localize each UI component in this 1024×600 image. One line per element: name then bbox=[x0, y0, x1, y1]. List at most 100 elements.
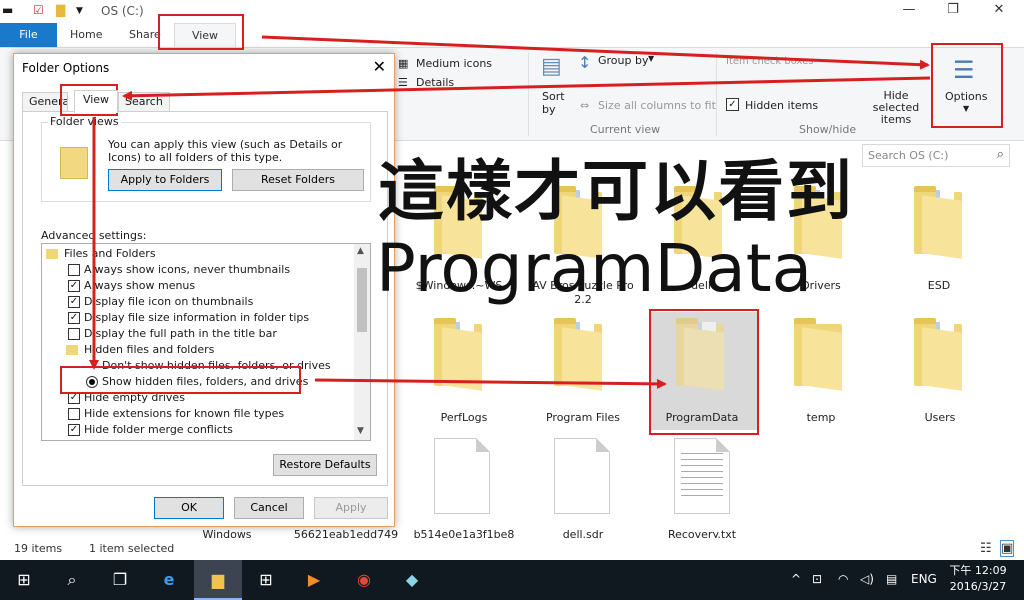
layout-details[interactable]: Details bbox=[416, 76, 454, 89]
restore-defaults-button[interactable]: Restore Defaults bbox=[273, 454, 377, 476]
tree-folder-hidden-files: Hidden files and folders bbox=[66, 342, 214, 358]
language-indicator[interactable]: ENG bbox=[911, 572, 937, 586]
text-file-icon[interactable] bbox=[674, 438, 730, 514]
hidden-items-checkbox[interactable]: ✓ bbox=[726, 98, 739, 111]
clock[interactable]: 下午 12:09 2016/3/27 bbox=[944, 563, 1012, 595]
apply-to-folders-button[interactable]: Apply to Folders bbox=[108, 169, 222, 191]
setting-always-show-icons[interactable]: Always show icons, never thumbnails bbox=[68, 262, 290, 278]
checkbox[interactable]: ✓ bbox=[68, 424, 80, 436]
folder-icon[interactable] bbox=[910, 186, 966, 259]
sort-icon: ▤ bbox=[541, 54, 562, 79]
network-icon[interactable]: ⊡ bbox=[812, 572, 822, 586]
file-label[interactable]: ESD bbox=[884, 279, 994, 292]
tray-expand-icon[interactable]: ^ bbox=[791, 572, 801, 586]
scroll-down-icon[interactable]: ▼ bbox=[357, 426, 364, 436]
hide-selected-items-button[interactable]: Hide selected items bbox=[860, 90, 932, 126]
new-folder-icon[interactable]: ▇ bbox=[56, 3, 65, 17]
folder-icon[interactable] bbox=[910, 318, 966, 391]
size-all-columns-button[interactable]: Size all columns to fit bbox=[598, 99, 716, 112]
tab-file[interactable]: File bbox=[0, 23, 57, 47]
layout-medium-icons[interactable]: Medium icons bbox=[416, 57, 492, 70]
ok-button[interactable]: OK bbox=[154, 497, 224, 519]
folder-options-dialog: Folder Options ✕ General View Search Fol… bbox=[13, 53, 395, 527]
file-label[interactable]: Windows bbox=[172, 528, 282, 538]
tab-search[interactable]: Search bbox=[118, 92, 170, 112]
qat-dropdown-icon[interactable]: ▼ bbox=[76, 6, 83, 16]
item-check-boxes-toggle[interactable]: Item check boxes bbox=[726, 56, 814, 64]
large-icons-view-icon[interactable]: ▣ bbox=[1000, 540, 1015, 557]
notifications-icon[interactable]: ▤ bbox=[886, 572, 897, 586]
file-label[interactable]: dell.sdr bbox=[528, 528, 638, 538]
store-icon[interactable]: ⊞ bbox=[242, 560, 290, 600]
folder-icon bbox=[46, 249, 58, 259]
edge-icon[interactable]: e bbox=[145, 560, 193, 600]
highlight-view-tab bbox=[158, 14, 244, 50]
checkbox[interactable] bbox=[68, 408, 80, 420]
scroll-thumb[interactable] bbox=[357, 268, 367, 332]
group-by-button[interactable]: Group by bbox=[598, 54, 648, 67]
chrome-icon[interactable]: ◉ bbox=[340, 560, 388, 600]
settings-scrollbar[interactable]: ▲ ▼ bbox=[354, 244, 370, 440]
setting-hide-extensions[interactable]: Hide extensions for known file types bbox=[68, 406, 284, 422]
details-view-icon[interactable]: ☷ bbox=[980, 541, 992, 556]
media-player-icon[interactable]: ▶ bbox=[290, 560, 338, 600]
setting-always-show-menus[interactable]: ✓ Always show menus bbox=[68, 278, 195, 294]
close-button[interactable]: ✕ bbox=[988, 2, 1010, 20]
search-icon[interactable]: ⌕ bbox=[48, 560, 96, 600]
file-icon[interactable] bbox=[434, 438, 490, 514]
search-placeholder: Search OS (C:) bbox=[868, 149, 949, 162]
checkbox[interactable]: ✓ bbox=[68, 280, 80, 292]
properties-icon[interactable]: ☑ bbox=[33, 3, 44, 17]
folder-icon[interactable] bbox=[430, 318, 486, 391]
sort-by-button[interactable]: Sort by bbox=[542, 90, 565, 116]
setting-display-file-size[interactable]: ✓ Display file size information in folder… bbox=[68, 310, 309, 326]
file-label[interactable]: Program Files bbox=[528, 411, 638, 424]
dialog-close-icon[interactable]: ✕ bbox=[373, 57, 386, 76]
highlight-options-button bbox=[931, 43, 1003, 128]
file-label[interactable]: 56621eab1edd749 bbox=[291, 528, 401, 538]
checkbox[interactable] bbox=[68, 264, 80, 276]
volume-icon[interactable]: ◁) bbox=[860, 572, 874, 586]
scroll-up-icon[interactable]: ▲ bbox=[357, 246, 364, 256]
folder-icon[interactable] bbox=[550, 318, 606, 391]
reset-folders-button[interactable]: Reset Folders bbox=[232, 169, 364, 191]
app-icon[interactable]: ◆ bbox=[388, 560, 436, 600]
apply-button[interactable]: Apply bbox=[314, 497, 388, 519]
file-explorer-icon[interactable]: ▆ bbox=[194, 560, 242, 600]
setting-display-full-path[interactable]: Display the full path in the title bar bbox=[68, 326, 277, 342]
status-bar: 19 items 1 item selected ☷ ▣ bbox=[0, 538, 1024, 560]
file-label[interactable]: temp bbox=[766, 411, 876, 424]
ribbon-separator bbox=[716, 52, 717, 136]
window-title: OS (C:) bbox=[101, 4, 144, 18]
tree-folder-files-and-folders: Files and Folders bbox=[46, 246, 156, 262]
tab-view[interactable]: View bbox=[74, 90, 118, 113]
setting-display-file-icon[interactable]: ✓ Display file icon on thumbnails bbox=[68, 294, 253, 310]
file-label[interactable]: b514e0e1a3f1be8 bbox=[409, 528, 519, 538]
advanced-settings-label: Advanced settings: bbox=[41, 229, 147, 242]
search-icon: ⌕ bbox=[996, 147, 1004, 162]
minimize-button[interactable]: — bbox=[898, 2, 920, 20]
ribbon-separator bbox=[528, 52, 529, 136]
taskbar: ⊞ ⌕ ❐ e ▆ ⊞ ▶ ◉ ◆ ^ ⊡ ◠ ◁) ▤ ENG 下午 12:0… bbox=[0, 560, 1024, 600]
file-label[interactable]: Recovery.txt bbox=[647, 528, 757, 538]
file-label[interactable]: Users bbox=[885, 411, 995, 424]
tab-home[interactable]: Home bbox=[62, 23, 110, 47]
folder-view-icon bbox=[60, 147, 88, 179]
folder-views-description: You can apply this view (such as Details… bbox=[108, 138, 343, 164]
checkbox[interactable]: ✓ bbox=[68, 312, 80, 324]
wifi-icon[interactable]: ◠ bbox=[838, 572, 848, 586]
ribbon-tabs: File Home Share View bbox=[0, 23, 1024, 48]
setting-hide-merge-conflicts[interactable]: ✓ Hide folder merge conflicts bbox=[68, 422, 233, 438]
checkbox[interactable] bbox=[68, 328, 80, 340]
app-icon: ▬ bbox=[2, 3, 14, 17]
file-icon[interactable] bbox=[554, 438, 610, 514]
file-label[interactable]: PerfLogs bbox=[409, 411, 519, 424]
folder-icon[interactable] bbox=[790, 318, 846, 391]
start-icon[interactable]: ⊞ bbox=[0, 560, 48, 600]
checkbox[interactable]: ✓ bbox=[68, 296, 80, 308]
maximize-button[interactable]: ❐ bbox=[942, 2, 964, 20]
search-input[interactable]: Search OS (C:) ⌕ bbox=[862, 144, 1010, 167]
task-view-icon[interactable]: ❐ bbox=[96, 560, 144, 600]
cancel-button[interactable]: Cancel bbox=[234, 497, 304, 519]
selection-count: 1 item selected bbox=[89, 542, 175, 555]
